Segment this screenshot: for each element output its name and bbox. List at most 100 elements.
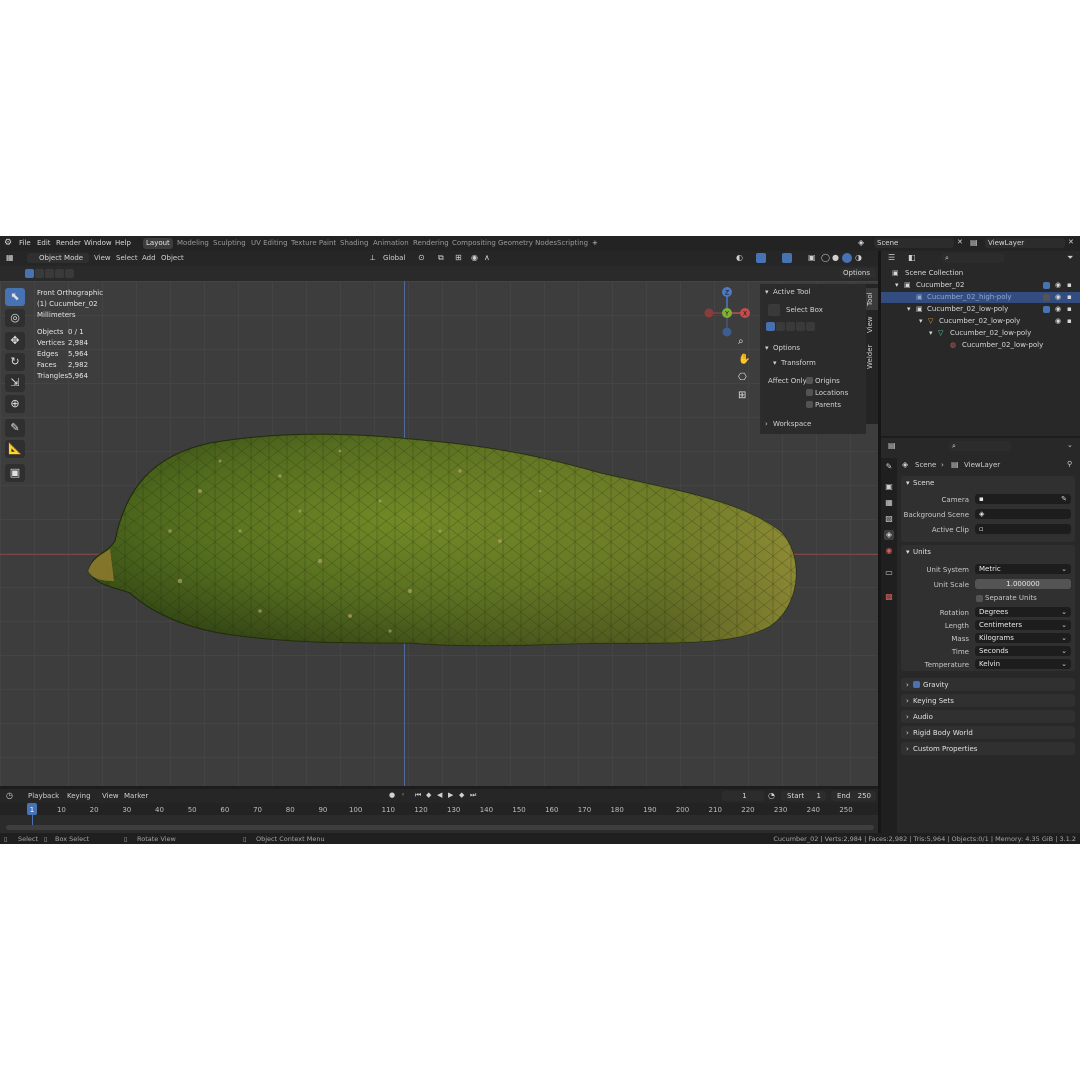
active-tool-chevron-icon[interactable]: ▾ (765, 288, 769, 296)
tool-mode-subtract-icon[interactable] (786, 322, 795, 331)
time-dropdown[interactable]: Seconds ⌄ (975, 646, 1071, 656)
cucumber-mesh[interactable] (80, 381, 800, 651)
options-chevron-icon[interactable]: ▾ (765, 344, 769, 352)
exclude-checkbox[interactable] (1043, 282, 1050, 289)
menu-select[interactable]: Select (116, 254, 138, 262)
zoom-icon[interactable]: ⌕ (738, 336, 744, 347)
view-layer-tab-icon[interactable]: ▧ (884, 514, 894, 524)
eyedropper-icon[interactable]: ✎ (1061, 494, 1067, 504)
scene-tab-icon[interactable]: ◈ (884, 530, 894, 540)
annotate-tool-icon[interactable]: ✎ (5, 419, 25, 437)
tool-mode-new-icon[interactable] (766, 322, 775, 331)
wireframe-shading-icon[interactable]: ◯ (821, 253, 830, 262)
expand-chevron-icon[interactable]: ▾ (895, 280, 899, 291)
audio-panel[interactable]: › Audio (901, 710, 1075, 723)
viewlayer-field[interactable]: ViewLayer (985, 238, 1065, 248)
outliner-editor-icon[interactable]: ☰ (888, 253, 895, 262)
solid-shading-icon[interactable]: ● (832, 253, 839, 262)
display-mode-icon[interactable]: ◧ (908, 253, 916, 262)
play-reverse-icon[interactable]: ◀ (437, 791, 442, 799)
exclude-checkbox[interactable] (1043, 306, 1050, 313)
menu-view[interactable]: View (94, 254, 111, 262)
keying-sets-panel[interactable]: › Keying Sets (901, 694, 1075, 707)
tab-scripting[interactable]: Scripting (554, 238, 591, 249)
timeline-scrollbar[interactable] (6, 825, 874, 830)
tab-view[interactable]: View (866, 314, 878, 336)
end-frame-field[interactable]: End 250 (831, 791, 876, 801)
record-icon[interactable]: ● (389, 791, 395, 799)
editor-type-icon[interactable]: ▦ (6, 253, 14, 262)
snap-icon[interactable]: ⧉ (438, 253, 444, 263)
overlay-toggle-icon[interactable] (782, 253, 792, 263)
separate-units-checkbox[interactable] (976, 595, 983, 602)
jump-start-icon[interactable]: ⏮ (415, 791, 421, 800)
outliner-row-low-poly-material[interactable]: ◍ Cucumber_02_low-poly (881, 340, 1080, 351)
tool-tab-icon[interactable]: ✎ (884, 462, 894, 472)
collection-tab-icon[interactable]: ▭ (884, 568, 894, 578)
properties-options-icon[interactable]: ⌄ (1067, 441, 1073, 449)
workspace-chevron-icon[interactable]: › (765, 420, 768, 428)
prev-keyframe-icon[interactable]: ◆ (426, 791, 431, 799)
visibility-icon[interactable]: ◐ (736, 253, 743, 262)
menu-playback[interactable]: Playback (28, 792, 59, 800)
transform-tool-icon[interactable]: ⊕ (5, 395, 25, 413)
properties-editor-icon[interactable]: ▤ (888, 441, 896, 450)
preview-range-icon[interactable]: ◔ (768, 791, 775, 800)
add-workspace-button[interactable]: + (589, 238, 601, 249)
tab-uv-editing[interactable]: UV Editing (248, 238, 291, 249)
close-scene-icon[interactable]: ✕ (957, 238, 963, 246)
camera-icon[interactable]: ▪ (1067, 304, 1072, 315)
blender-logo-icon[interactable]: ⚙ (4, 238, 12, 248)
xray-icon[interactable]: ▣ (808, 253, 816, 262)
select-mode-invert-icon[interactable] (55, 269, 64, 278)
exclude-checkbox[interactable] (1043, 294, 1050, 301)
tool-mode-extend-icon[interactable] (776, 322, 785, 331)
tab-rendering[interactable]: Rendering (410, 238, 452, 249)
units-panel-chevron-icon[interactable]: ▾ (906, 548, 910, 556)
background-scene-field[interactable]: ◈ (975, 509, 1071, 519)
eye-icon[interactable]: ◉ (1055, 280, 1061, 291)
eye-icon[interactable]: ◉ (1055, 316, 1061, 327)
falloff-icon[interactable]: ∧ (484, 253, 490, 262)
menu-add[interactable]: Add (142, 254, 156, 262)
gizmo-toggle-icon[interactable] (756, 253, 766, 263)
menu-file[interactable]: File (19, 239, 31, 247)
orientation-dropdown[interactable]: Global (383, 254, 405, 262)
menu-window[interactable]: Window (84, 239, 112, 247)
scene-panel-title[interactable]: Scene (913, 479, 934, 487)
current-frame-field[interactable]: 1 (722, 791, 764, 801)
menu-render[interactable]: Render (56, 239, 81, 247)
measure-tool-icon[interactable]: 📐 (5, 440, 25, 458)
length-dropdown[interactable]: Centimeters ⌄ (975, 620, 1071, 630)
timeline-area[interactable]: 1 10 20 30 40 50 60 70 80 90 100 110 120 130 140 150 160… (0, 803, 878, 833)
tab-welder[interactable]: Welder (866, 342, 878, 372)
pin-icon[interactable]: ⚲ (1067, 460, 1072, 468)
properties-search-input[interactable]: ⌕ (949, 441, 1011, 451)
navigation-gizmo[interactable]: Z Y X (700, 283, 756, 343)
rotation-dropdown[interactable]: Degrees ⌄ (975, 607, 1071, 617)
tab-modeling[interactable]: Modeling (174, 238, 212, 249)
select-box-icon[interactable] (768, 304, 780, 316)
camera-icon[interactable]: ▪ (1067, 292, 1072, 303)
menu-marker[interactable]: Marker (124, 792, 148, 800)
auto-key-icon[interactable]: ◦ (401, 791, 405, 799)
move-tool-icon[interactable]: ✥ (5, 332, 25, 350)
object-mode-dropdown[interactable]: Object Mode (27, 253, 89, 263)
select-mode-new-icon[interactable] (25, 269, 34, 278)
scale-tool-icon[interactable]: ⇲ (5, 374, 25, 392)
orientation-icon[interactable]: ⟂ (370, 253, 375, 263)
tab-tool[interactable]: Tool (866, 288, 878, 310)
jump-end-icon[interactable]: ⏭ (470, 791, 476, 800)
rendered-shading-icon[interactable]: ◑ (855, 253, 862, 262)
select-mode-intersect-icon[interactable] (65, 269, 74, 278)
menu-edit[interactable]: Edit (37, 239, 51, 247)
unit-scale-field[interactable]: 1.000000 (975, 579, 1071, 589)
tab-compositing[interactable]: Compositing (449, 238, 499, 249)
select-box-tool-icon[interactable]: ⬉ (5, 288, 25, 306)
camera-icon[interactable]: ▪ (1067, 316, 1072, 327)
next-keyframe-icon[interactable]: ◆ (459, 791, 464, 799)
gravity-panel[interactable]: › Gravity (901, 678, 1075, 691)
tool-mode-invert-icon[interactable] (796, 322, 805, 331)
custom-properties-panel[interactable]: › Custom Properties (901, 742, 1075, 755)
scene-field[interactable]: Scene (874, 238, 954, 248)
